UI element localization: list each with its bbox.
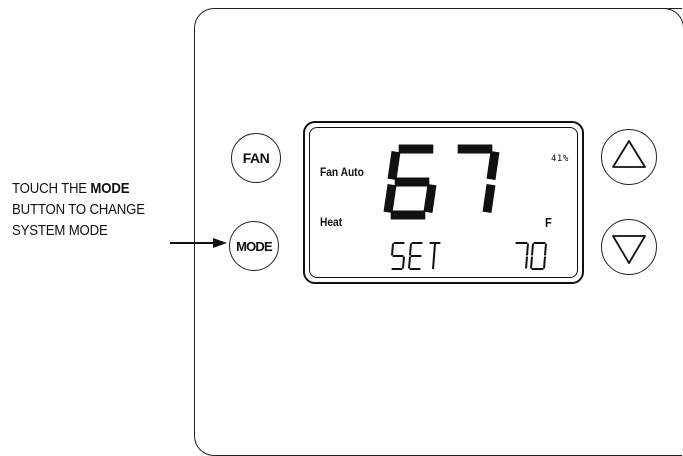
set-temp-digit-1 <box>530 242 547 270</box>
set-temperature-digits <box>515 242 547 270</box>
current-temp-digit-1 <box>457 144 500 213</box>
set-temp-digit-0 <box>515 242 529 269</box>
set-label-char-1 <box>408 242 423 270</box>
set-label-digits <box>391 242 441 270</box>
set-label-char-2 <box>429 242 441 270</box>
segment-digits <box>383 144 547 270</box>
current-temperature-digits <box>383 144 500 220</box>
set-label-char-0 <box>391 242 405 270</box>
current-temp-digit-0 <box>383 144 437 220</box>
